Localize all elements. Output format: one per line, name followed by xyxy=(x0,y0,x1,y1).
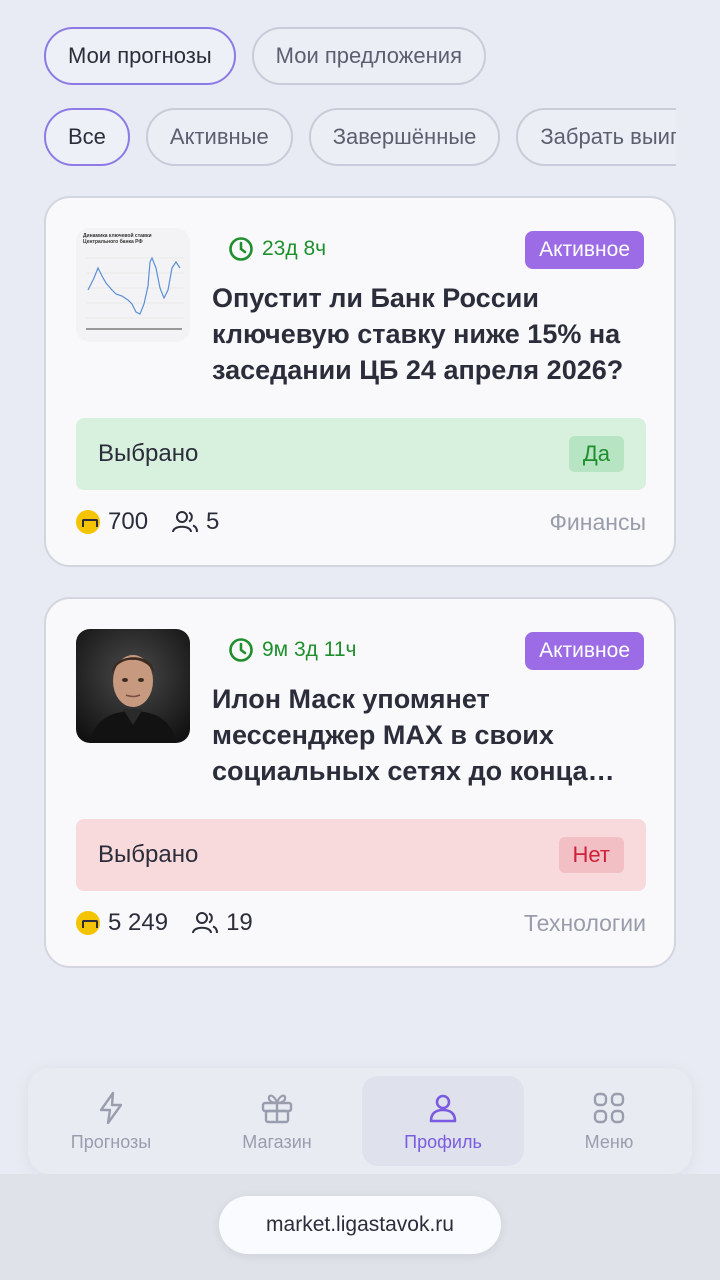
nav-profile[interactable]: Профиль xyxy=(362,1076,524,1166)
coin-icon xyxy=(76,510,100,534)
bottom-navigation: Прогнозы Магазин Профиль Меню xyxy=(28,1068,692,1174)
status-badge: Активное xyxy=(525,231,644,269)
svg-text:Центрального банка РФ: Центрального банка РФ xyxy=(83,238,143,245)
card-thumbnail-rate-chart: Динамика ключевой ставки Центрального ба… xyxy=(76,228,190,342)
rate-chart-image: Динамика ключевой ставки Центрального ба… xyxy=(76,228,190,342)
card-title: Илон Маск упомянет мессенджер MAX в свои… xyxy=(212,684,588,786)
tab-my-forecasts[interactable]: Мои прогнозы xyxy=(44,27,236,85)
filter-chips: Все Активные Завершённые Забрать выигрыш xyxy=(44,108,676,166)
nav-label: Профиль xyxy=(404,1131,482,1152)
participants-icon xyxy=(172,511,199,533)
category-label: Технологии xyxy=(523,909,646,936)
clock-icon xyxy=(229,638,253,662)
svg-text:Динамика ключевой ставки: Динамика ключевой ставки xyxy=(83,232,152,239)
grid-icon xyxy=(593,1092,625,1123)
forecast-card[interactable]: 9м 3д 11ч Активное Илон Маск упомянет ме… xyxy=(44,597,676,968)
card-stats: 5 249 19 Технологии xyxy=(76,905,646,941)
card-title: Опустит ли Банк России ключевую ставку н… xyxy=(212,283,624,385)
nav-forecasts[interactable]: Прогнозы xyxy=(30,1076,192,1166)
browser-url-bar[interactable]: market.ligastavok.ru xyxy=(219,1196,501,1254)
timer-text: 9м 3д 11ч xyxy=(262,638,357,661)
category-label: Финансы xyxy=(549,508,646,535)
forecast-card[interactable]: Динамика ключевой ставки Центрального ба… xyxy=(44,196,676,567)
nav-menu[interactable]: Меню xyxy=(528,1076,690,1166)
filter-all[interactable]: Все xyxy=(44,108,130,166)
choice-label: Выбрано xyxy=(98,841,199,868)
nav-shop[interactable]: Магазин xyxy=(196,1076,358,1166)
timer-text: 23д 8ч xyxy=(262,237,327,260)
segment-tabs: Мои прогнозы Мои предложения xyxy=(44,27,486,85)
gift-icon xyxy=(261,1094,293,1123)
nav-label: Прогнозы xyxy=(70,1131,152,1152)
portrait-image xyxy=(76,629,190,743)
choice-label: Выбрано xyxy=(98,440,199,467)
card-thumbnail-portrait xyxy=(76,629,190,743)
selected-choice: Выбрано Нет xyxy=(76,819,646,891)
answer-badge-no: Нет xyxy=(558,837,624,873)
user-icon xyxy=(429,1094,457,1122)
stake-amount: 700 xyxy=(108,508,149,535)
lightning-icon xyxy=(99,1091,123,1124)
time-remaining: 9м 3д 11ч xyxy=(228,637,356,663)
participants-icon xyxy=(192,912,219,934)
filter-claim-winnings[interactable]: Забрать выигрыш xyxy=(516,108,676,166)
nav-label: Меню xyxy=(584,1131,634,1152)
selected-choice: Выбрано Да xyxy=(76,418,646,490)
filter-active[interactable]: Активные xyxy=(145,108,293,166)
participants-count: 5 xyxy=(206,508,220,535)
nav-label: Магазин xyxy=(242,1131,312,1152)
participants-count: 19 xyxy=(226,909,253,936)
tab-my-offers[interactable]: Мои предложения xyxy=(251,27,486,85)
answer-badge-yes: Да xyxy=(568,436,624,472)
status-badge: Активное xyxy=(525,632,644,670)
clock-icon xyxy=(229,237,253,261)
filter-finished[interactable]: Завершённые xyxy=(308,108,501,166)
card-stats: 700 5 Финансы xyxy=(76,504,646,540)
stake-amount: 5 249 xyxy=(108,909,169,936)
time-remaining: 23д 8ч xyxy=(228,236,326,262)
coin-icon xyxy=(76,911,100,935)
